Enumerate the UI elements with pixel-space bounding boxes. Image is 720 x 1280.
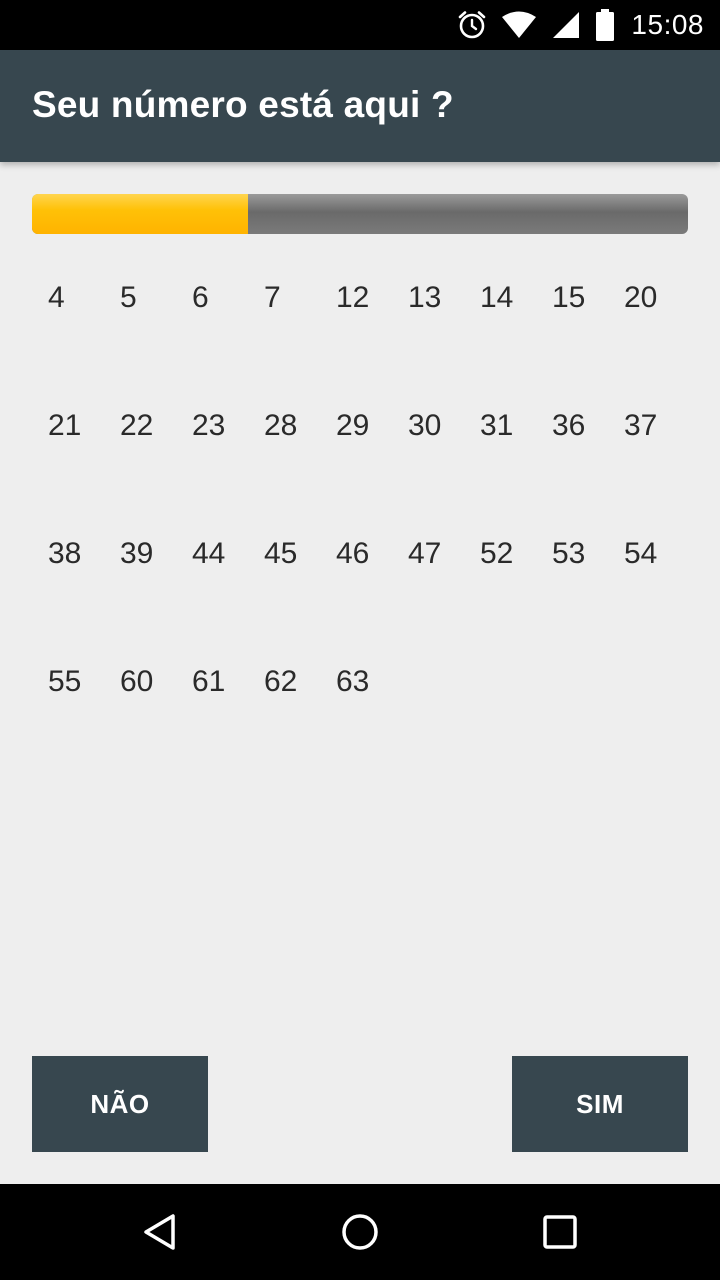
battery-icon (595, 9, 615, 41)
no-button[interactable]: NÃO (32, 1056, 208, 1152)
number-item: 12 (336, 281, 370, 314)
number-item: 13 (408, 281, 442, 314)
number-item: 29 (336, 409, 370, 442)
number-grid: 4 5 6 7 12 13 14 15 20 21 22 23 28 29 30 31 36 37 38 39 44 45… (48, 268, 708, 780)
wifi-icon (501, 10, 537, 40)
number-item: 4 (48, 281, 65, 314)
number-item: 63 (336, 665, 370, 698)
number-item: 44 (192, 537, 226, 570)
number-item: 22 (120, 409, 154, 442)
number-item: 23 (192, 409, 226, 442)
number-item: 14 (480, 281, 514, 314)
number-item: 52 (480, 537, 514, 570)
status-icons: 15:08 (457, 0, 704, 50)
number-item: 45 (264, 537, 298, 570)
number-item: 20 (624, 281, 658, 314)
number-item: 37 (624, 409, 658, 442)
number-item: 5 (120, 281, 137, 314)
number-item: 53 (552, 537, 586, 570)
number-item: 46 (336, 537, 370, 570)
number-item: 38 (48, 537, 82, 570)
number-item: 15 (552, 281, 586, 314)
cell-signal-icon (551, 10, 581, 40)
app-bar: Seu número está aqui ? (0, 50, 720, 162)
number-item: 21 (48, 409, 82, 442)
back-icon[interactable] (134, 1206, 186, 1258)
number-item: 39 (120, 537, 154, 570)
home-icon[interactable] (334, 1206, 386, 1258)
number-item: 47 (408, 537, 442, 570)
alarm-icon (457, 10, 487, 40)
number-item: 55 (48, 665, 82, 698)
progress-fill (32, 194, 249, 234)
page-title: Seu número está aqui ? (32, 84, 454, 125)
number-item: 7 (264, 281, 281, 314)
status-time: 15:08 (631, 9, 704, 40)
status-bar: 15:08 (0, 0, 720, 50)
number-item: 36 (552, 409, 586, 442)
yes-button[interactable]: SIM (512, 1056, 688, 1152)
number-item: 28 (264, 409, 298, 442)
progress-bar (32, 194, 688, 234)
number-item: 61 (192, 665, 226, 698)
navigation-bar (0, 1184, 720, 1280)
number-item: 60 (120, 665, 154, 698)
number-item: 62 (264, 665, 298, 698)
number-item: 30 (408, 409, 442, 442)
number-item: 31 (480, 409, 514, 442)
number-item: 54 (624, 537, 658, 570)
number-item: 6 (192, 281, 209, 314)
recents-icon[interactable] (534, 1206, 586, 1258)
